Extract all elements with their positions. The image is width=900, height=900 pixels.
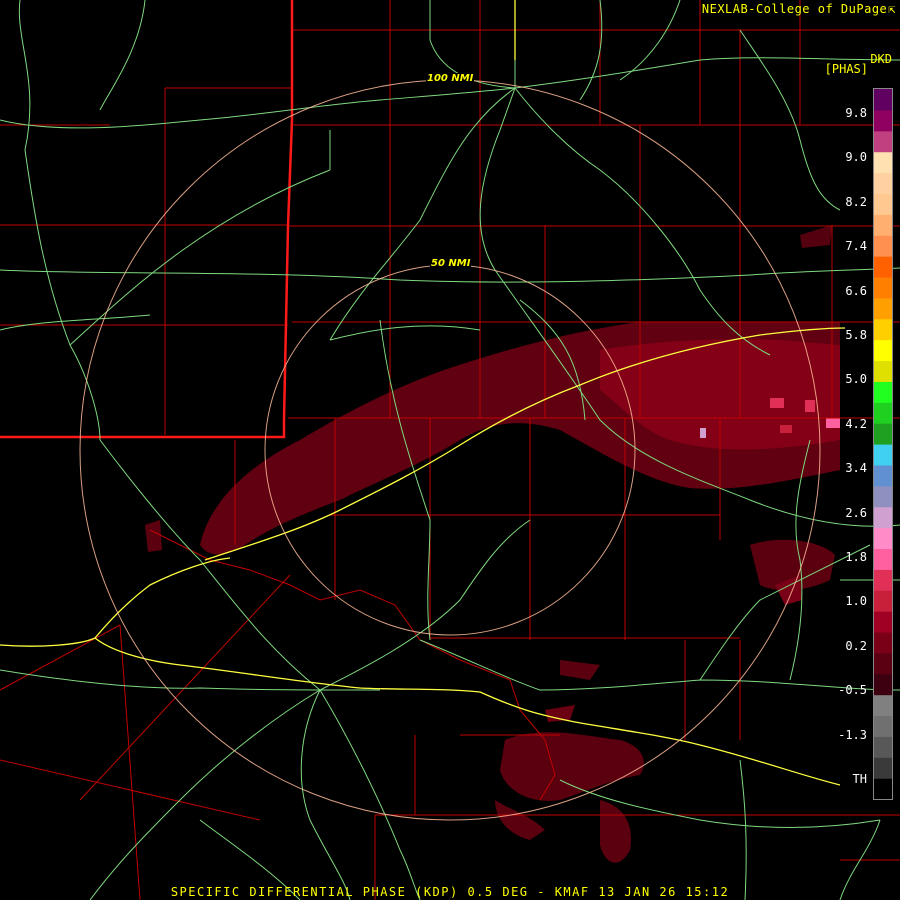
scale-tick-label: 5.0 bbox=[845, 372, 867, 387]
range-label-50-nmi: 50 NMI bbox=[430, 258, 472, 269]
product-caption: SPECIFIC DIFFERENTIAL PHASE (KDP) 0.5 DE… bbox=[170, 885, 730, 899]
scale-tick-label: -0.5 bbox=[838, 683, 867, 698]
credit-text: NEXLAB-College of DuPage bbox=[701, 2, 888, 16]
scale-tick-label: 0.2 bbox=[845, 638, 867, 653]
range-label-100-nmi: 100 NMI bbox=[426, 73, 475, 84]
unit-label: [PHAS] bbox=[824, 62, 868, 76]
scale-tick-label: 5.8 bbox=[845, 328, 867, 342]
product-code-label: DKD bbox=[870, 52, 892, 66]
scale-tick-label: 8.2 bbox=[845, 194, 867, 209]
scale-tick-label: 7.4 bbox=[845, 239, 867, 254]
external-link-icon: ⇱ bbox=[888, 2, 896, 16]
scale-tick-label: 9.8 bbox=[845, 106, 867, 120]
scale-tick-label: 1.8 bbox=[845, 550, 867, 564]
scale-tick-label: 9.0 bbox=[845, 150, 867, 165]
scale-tick-label: 4.2 bbox=[845, 416, 867, 431]
scale-tick-label: 6.6 bbox=[845, 283, 867, 298]
scale-tick-label: 3.4 bbox=[845, 461, 867, 476]
scale-tick-label: -1.3 bbox=[838, 727, 867, 742]
scale-tick-label: 2.6 bbox=[845, 505, 867, 520]
color-scale-frame bbox=[873, 88, 893, 800]
scale-tick-label: TH bbox=[852, 772, 867, 786]
scale-tick-label: 1.0 bbox=[845, 594, 867, 609]
radar-map bbox=[0, 0, 900, 900]
credit-label: NEXLAB-College of DuPage⇱ bbox=[702, 2, 896, 16]
